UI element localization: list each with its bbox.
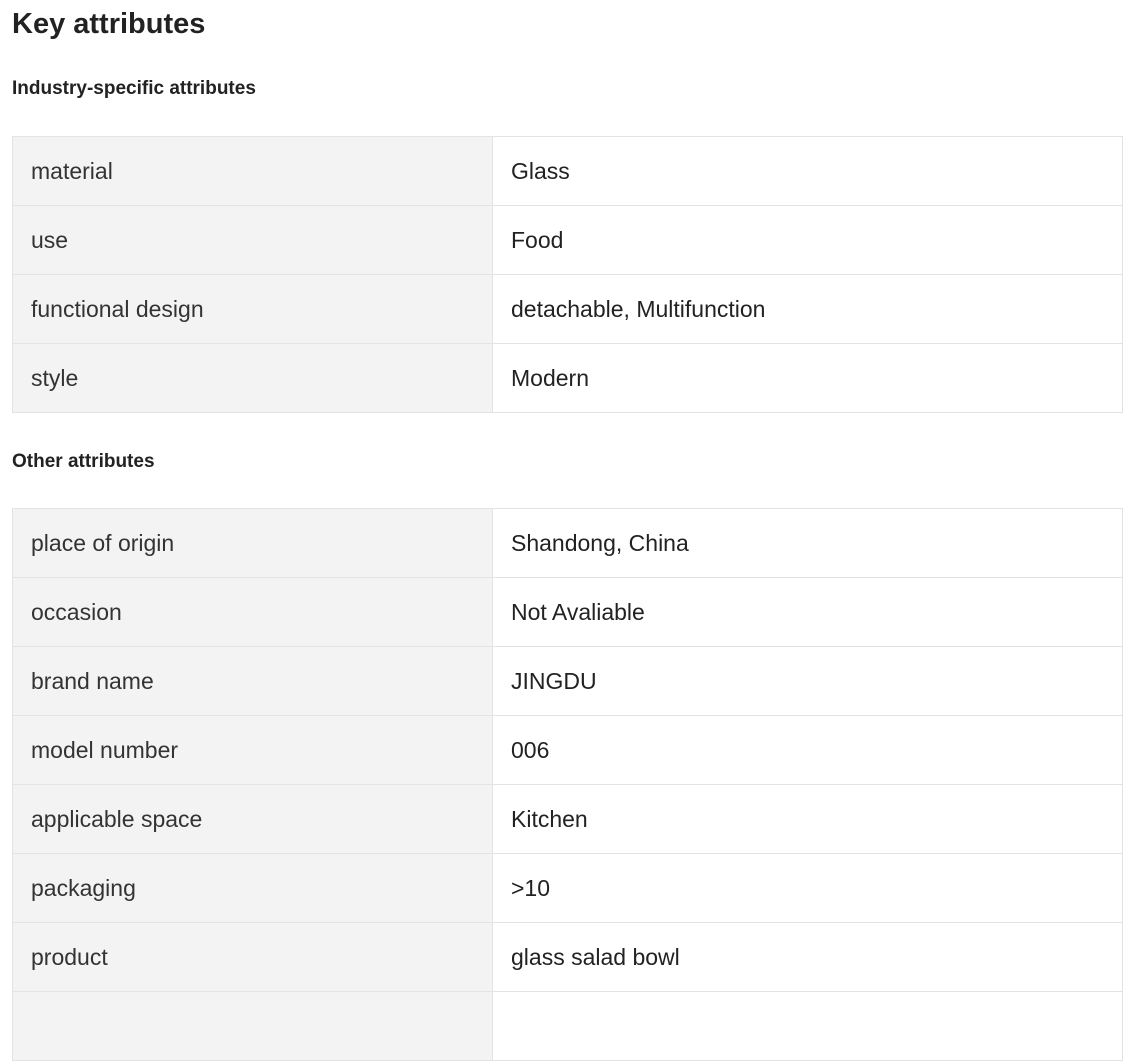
table-row [12,991,1123,1061]
attribute-name: use [12,205,493,275]
attribute-value [492,991,1123,1061]
table-row: occasion Not Avaliable [12,577,1123,647]
attribute-name: occasion [12,577,493,647]
attribute-value: Modern [492,343,1123,413]
table-row: applicable space Kitchen [12,784,1123,854]
attribute-name: brand name [12,646,493,716]
table-row: use Food [12,205,1123,275]
table-row: material Glass [12,136,1123,206]
attribute-name: product [12,922,493,992]
table-row: product glass salad bowl [12,922,1123,992]
attribute-value: Kitchen [492,784,1123,854]
attribute-value: detachable, Multifunction [492,274,1123,344]
attribute-value: Food [492,205,1123,275]
table-row: brand name JINGDU [12,646,1123,716]
attribute-name: style [12,343,493,413]
attribute-value: Glass [492,136,1123,206]
table-row: packaging >10 [12,853,1123,923]
attribute-value: glass salad bowl [492,922,1123,992]
industry-attributes-table: material Glass use Food functional desig… [12,136,1123,413]
attribute-value: Shandong, China [492,508,1123,578]
page-title: Key attributes [12,8,206,40]
table-row: place of origin Shandong, China [12,508,1123,578]
other-attributes-heading: Other attributes [12,451,155,472]
attribute-name: applicable space [12,784,493,854]
table-row: style Modern [12,343,1123,413]
attribute-value: >10 [492,853,1123,923]
attribute-name: packaging [12,853,493,923]
attribute-name: functional design [12,274,493,344]
attribute-value: Not Avaliable [492,577,1123,647]
table-row: model number 006 [12,715,1123,785]
attribute-name: material [12,136,493,206]
table-row: functional design detachable, Multifunct… [12,274,1123,344]
industry-attributes-heading: Industry-specific attributes [12,78,256,99]
attribute-name: place of origin [12,508,493,578]
other-attributes-table: place of origin Shandong, China occasion… [12,508,1123,1061]
attribute-name: model number [12,715,493,785]
attribute-value: 006 [492,715,1123,785]
attribute-name [12,991,493,1061]
attribute-value: JINGDU [492,646,1123,716]
